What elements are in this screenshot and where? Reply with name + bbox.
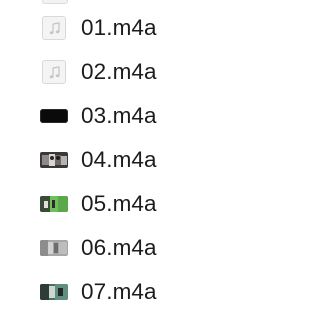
black-artwork-thumbnail-icon xyxy=(40,109,68,123)
file-row-05[interactable]: 05.m4a xyxy=(0,182,258,226)
partial-file-icon xyxy=(42,0,68,4)
file-row-06[interactable]: 06.m4a xyxy=(0,226,258,270)
audio-file-icon xyxy=(42,16,66,40)
audio-file-icon xyxy=(42,60,66,84)
file-row-02[interactable]: 02.m4a xyxy=(0,50,258,94)
gray-artwork-thumbnail-icon xyxy=(40,240,68,256)
file-row-03[interactable]: 03.m4a xyxy=(0,94,258,138)
file-name: 01.m4a xyxy=(81,15,157,40)
file-name: 05.m4a xyxy=(81,191,157,216)
file-name: 03.m4a xyxy=(81,103,157,128)
green-artwork-thumbnail-icon xyxy=(40,196,68,212)
file-name: 04.m4a xyxy=(81,147,157,172)
photo-artwork-thumbnail-icon xyxy=(40,152,68,168)
file-name: 06.m4a xyxy=(81,235,157,260)
file-list: 01.m4a 02.m4a 03.m4a 04.m4a 05.m4a 06.m4… xyxy=(0,0,258,316)
file-row-04[interactable]: 04.m4a xyxy=(0,138,258,182)
teal-artwork-thumbnail-icon xyxy=(40,284,68,300)
file-row-01[interactable]: 01.m4a xyxy=(0,6,258,50)
file-row-07[interactable]: 07.m4a xyxy=(0,270,258,314)
file-name: 02.m4a xyxy=(81,59,157,84)
file-name: 07.m4a xyxy=(81,279,157,304)
